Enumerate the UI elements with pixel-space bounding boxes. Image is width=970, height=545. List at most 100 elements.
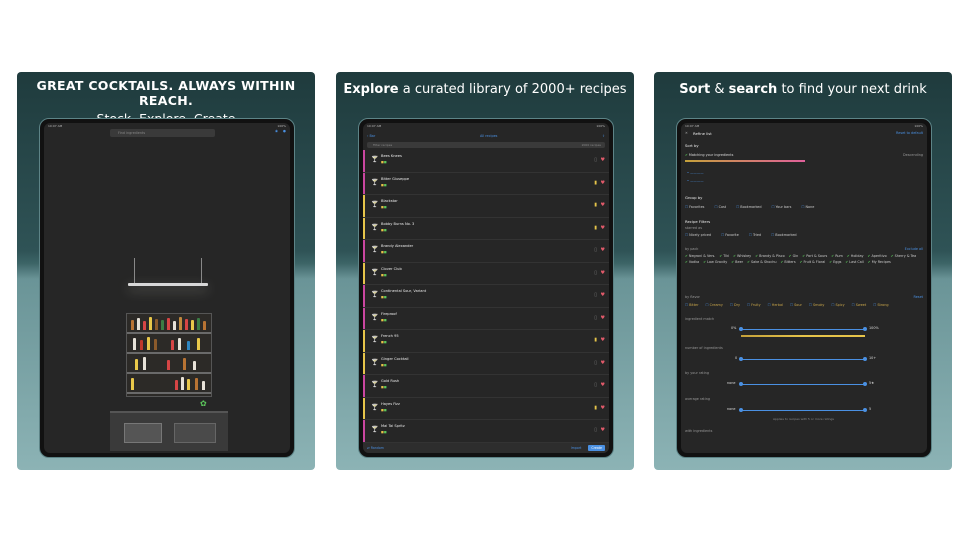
recipe-row[interactable]: 🍸 Brandy Alexander ■■ ▯ ♥ <box>363 240 609 263</box>
slider-knob-max[interactable] <box>863 408 867 412</box>
random-button[interactable]: ⇄ Random <box>367 446 384 450</box>
packs-chip[interactable]: ✔ Beer <box>731 260 743 264</box>
packs-chip[interactable]: ✔ Last Call <box>845 260 863 264</box>
recipe-row[interactable]: 🍸 French 95 ■■ ▮ ♥ <box>363 330 609 353</box>
bottle-shelf[interactable] <box>126 313 212 397</box>
recipe-row[interactable]: 🍸 Hayes Fizz ■■ ▮ ♥ <box>363 397 609 420</box>
slider-knob-min[interactable] <box>739 408 743 412</box>
bookmark-icon[interactable]: ▯ <box>594 292 597 298</box>
heart-icon[interactable]: ♥ <box>601 337 605 343</box>
heart-icon[interactable]: ♥ <box>601 292 605 298</box>
back-button[interactable]: ‹ Bar <box>367 134 375 138</box>
sort-option[interactable]: ✔ Matching your ingredients <box>685 153 733 157</box>
avg-rating-slider[interactable] <box>741 410 865 411</box>
settings-icon[interactable]: ◉ <box>275 129 278 133</box>
group-options-chip[interactable]: ☐ Your bars <box>772 205 792 209</box>
flavors-chip[interactable]: ☐ Dry <box>730 303 740 307</box>
starred-options-chip[interactable]: ☐ Nicely priced <box>685 233 711 237</box>
rating-slider[interactable] <box>741 384 865 385</box>
group-options-chip[interactable]: ☐ None <box>801 205 814 209</box>
heart-icon[interactable]: ♥ <box>601 157 605 163</box>
recipe-row[interactable]: 🍸 Clover Club ■■ ▯ ♥ <box>363 262 609 285</box>
sort-direction[interactable]: Descending <box>903 153 923 157</box>
recipe-row[interactable]: 🍸 Bees Knees ■■ ▯ ♥ <box>363 150 609 173</box>
packs-chip[interactable]: ✔ Brandy & Pisco <box>755 254 784 258</box>
packs-chip[interactable]: ✔ Vodka <box>685 260 699 264</box>
heart-icon[interactable]: ♥ <box>601 360 605 366</box>
heart-icon[interactable]: ♥ <box>601 180 605 186</box>
recipe-row[interactable]: 🍸 Bobby Burns No. 3 ■■ ▮ ♥ <box>363 217 609 240</box>
bookmark-icon[interactable]: ▮ <box>594 405 597 411</box>
heart-icon[interactable]: ♥ <box>601 202 605 208</box>
flavors-chip[interactable]: ☐ Herbal <box>768 303 783 307</box>
recipe-row[interactable]: 🍸 Mai Tai Spritz ■■ ▯ ♥ <box>363 420 609 443</box>
heart-icon[interactable]: ♥ <box>601 427 605 433</box>
bookmark-icon[interactable]: ▮ <box>594 202 597 208</box>
ingredient-match-slider[interactable] <box>741 329 865 330</box>
profile-icon[interactable]: ● <box>283 129 286 133</box>
bookmark-icon[interactable]: ▮ <box>594 225 597 231</box>
exclude-all-button[interactable]: Exclude all <box>905 247 923 251</box>
reset-button[interactable]: Reset to default <box>896 131 923 135</box>
slider-knob-max[interactable] <box>863 357 867 361</box>
recipe-row[interactable]: 🍸 Blackstar ■■ ▮ ♥ <box>363 195 609 218</box>
share-icon[interactable]: ⇪ <box>602 134 605 138</box>
bookmark-icon[interactable]: ▯ <box>594 157 597 163</box>
bookmark-icon[interactable]: ▯ <box>594 315 597 321</box>
flavor-reset-button[interactable]: Reset <box>914 295 923 299</box>
nav-title[interactable]: All recipes <box>480 134 498 138</box>
flavors-chip[interactable]: ☐ Strong <box>873 303 888 307</box>
recipe-row[interactable]: 🍸 Ginger Cocktail ■■ ▯ ♥ <box>363 352 609 375</box>
flavors-chip[interactable]: ☐ Sour <box>790 303 802 307</box>
packs-chip[interactable]: ✔ Whiskey <box>733 254 751 258</box>
packs-chip[interactable]: ✔ Low Gravity <box>703 260 727 264</box>
recipe-row[interactable]: 🍸 Fireproof ■■ ▯ ♥ <box>363 307 609 330</box>
packs-chip[interactable]: ✔ Fruit & Floral <box>800 260 826 264</box>
packs-chip[interactable]: ✔ Gin <box>789 254 799 258</box>
filter-input[interactable]: Filter recipes 2000 recipes <box>367 142 605 148</box>
flavors-chip[interactable]: ☐ Fruity <box>747 303 761 307</box>
recipe-row[interactable]: 🍸 Gold Rush ■■ ▯ ♥ <box>363 375 609 398</box>
group-options-chip[interactable]: ☐ Bookmarked <box>736 205 761 209</box>
recipe-row[interactable]: 🍸 Bitter Giuseppe ■■ ▮ ♥ <box>363 172 609 195</box>
packs-chip[interactable]: ✔ Sake & Shochu <box>747 260 776 264</box>
heart-icon[interactable]: ♥ <box>601 405 605 411</box>
starred-options-chip[interactable]: ☐ Tried <box>749 233 761 237</box>
flavors-chip[interactable]: ☐ Bitter <box>685 303 699 307</box>
import-button[interactable]: Import <box>571 446 582 450</box>
packs-chip[interactable]: ✔ Holiday <box>847 254 864 258</box>
heart-icon[interactable]: ♥ <box>601 270 605 276</box>
slider-knob-min[interactable] <box>739 382 743 386</box>
slider-knob-min[interactable] <box>739 327 743 331</box>
flavors-chip[interactable]: ☐ Spicy <box>831 303 844 307</box>
packs-chip[interactable]: ✔ Rum <box>831 254 843 258</box>
packs-chip[interactable]: ✔ Negroni & Vers. <box>685 254 715 258</box>
search-input[interactable]: Find ingredients <box>110 129 215 137</box>
bookmark-icon[interactable]: ▯ <box>594 247 597 253</box>
bookmark-icon[interactable]: ▮ <box>594 337 597 343</box>
packs-chip[interactable]: ✔ Aperitivo <box>868 254 887 258</box>
packs-chip[interactable]: ✔ Bitters <box>781 260 796 264</box>
slider-knob-max[interactable] <box>863 327 867 331</box>
packs-chip[interactable]: ✔ Sherry & Tea <box>891 254 917 258</box>
group-options-chip[interactable]: ☐ Favorites <box>685 205 704 209</box>
heart-icon[interactable]: ♥ <box>601 247 605 253</box>
num-ingredients-slider[interactable] <box>741 359 865 360</box>
packs-chip[interactable]: ✔ Port & Sours <box>802 254 827 258</box>
flavors-chip[interactable]: ☐ Creamy <box>706 303 723 307</box>
slider-knob-min[interactable] <box>739 357 743 361</box>
bookmark-icon[interactable]: ▯ <box>594 427 597 433</box>
packs-chip[interactable]: ✔ Eggs <box>829 260 841 264</box>
flavors-chip[interactable]: ☐ Sweet <box>852 303 867 307</box>
heart-icon[interactable]: ♥ <box>601 382 605 388</box>
bookmark-icon[interactable]: ▯ <box>594 360 597 366</box>
create-button[interactable]: Create <box>588 445 605 451</box>
group-options-chip[interactable]: ☐ Cost <box>714 205 726 209</box>
starred-options-chip[interactable]: ☐ Favorite <box>721 233 739 237</box>
heart-icon[interactable]: ♥ <box>601 315 605 321</box>
recipe-row[interactable]: 🍸 Continental Sour, Variant ■■ ▯ ♥ <box>363 285 609 308</box>
slider-knob-max[interactable] <box>863 382 867 386</box>
starred-options-chip[interactable]: ☐ Bookmarked <box>771 233 796 237</box>
packs-chip[interactable]: ✔ Tiki <box>719 254 729 258</box>
bookmark-icon[interactable]: ▯ <box>594 270 597 276</box>
